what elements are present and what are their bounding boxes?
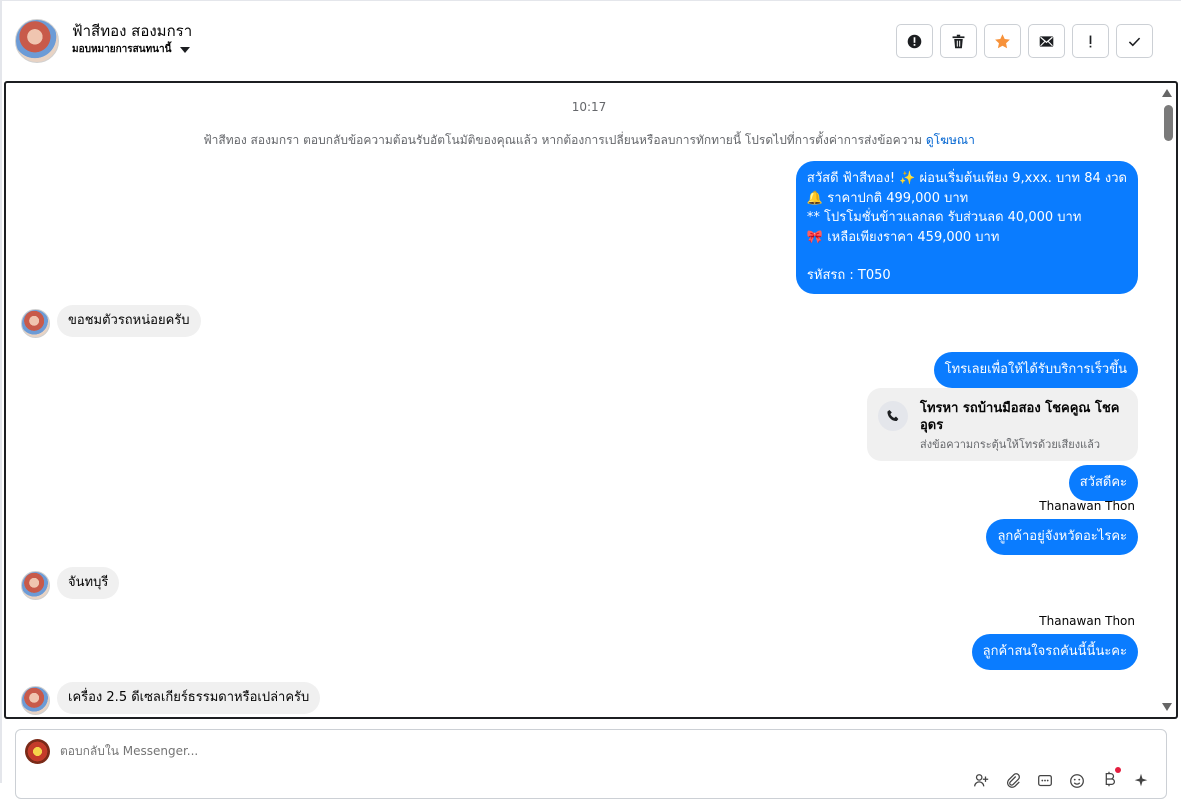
call-icon-container: [878, 401, 908, 431]
alert-circle-icon: [907, 34, 922, 48]
baht-icon: [1105, 771, 1115, 787]
promo-line: ** โปรโมชั่นข้าวแลกลด รับส่วนลด 40,000 บ…: [806, 210, 1082, 225]
outgoing-message[interactable]: ลูกค้าอยู่จังหวัดอะไรคะ: [986, 519, 1138, 555]
page-avatar: [25, 739, 50, 764]
promo-line: 🔔 ราคาปกติ 499,000 บาท: [806, 190, 969, 206]
payments-button[interactable]: [1100, 767, 1121, 792]
done-button[interactable]: [1116, 24, 1153, 58]
promo-line: สวัสดี ฟ้าสีทอง! ✨ ผ่อนเริ่มต้นเพียง 9,x…: [806, 171, 1127, 186]
add-person-icon[interactable]: [972, 772, 990, 790]
incoming-message[interactable]: จันทบุรี: [57, 567, 120, 599]
view-ad-link[interactable]: ดูโฆษณา: [926, 133, 975, 147]
trash-icon: [952, 34, 965, 48]
reply-input[interactable]: [60, 744, 660, 758]
system-note-text: ฟ้าสีทอง สองมกรา ตอบกลับข้อความต้อนรับอั…: [203, 133, 923, 147]
promo-line: รหัสรถ : T050: [806, 268, 891, 283]
scroll-up-arrow-icon[interactable]: [1162, 89, 1172, 97]
star-icon: [995, 33, 1010, 48]
contact-avatar[interactable]: [15, 19, 59, 63]
notification-dot: [1115, 767, 1121, 773]
sender-name: Thanawan Thon: [1039, 499, 1135, 513]
call-request-card[interactable]: โทรหา รถบ้านมือสอง โชคคูณ โชคอุดร ส่งข้อ…: [867, 388, 1138, 461]
scroll-thumb[interactable]: [1164, 105, 1173, 141]
conversation-header: ฟ้าสีทอง สองมกรา มอบหมายการสนทนานี้: [0, 0, 1181, 80]
sparkle-icon[interactable]: [1132, 772, 1150, 790]
attachment-icon[interactable]: [1004, 772, 1022, 790]
sender-name: Thanawan Thon: [1039, 614, 1135, 628]
contact-avatar-small[interactable]: [21, 571, 50, 600]
thread-scrollbar[interactable]: [1160, 83, 1176, 717]
exclamation-icon: [1089, 35, 1092, 47]
report-button[interactable]: [896, 24, 933, 58]
star-button[interactable]: [984, 24, 1021, 58]
outgoing-message[interactable]: ลูกค้าสนใจรถคันนี้นี้นะคะ: [971, 634, 1138, 670]
incoming-message[interactable]: เครื่อง 2.5 ดีเซลเกียร์ธรรมดาหรือเปล่าคร…: [57, 682, 321, 714]
promo-line: 🎀 เหลือเพียงราคา 459,000 บาท: [806, 229, 1000, 245]
contact-avatar-small[interactable]: [21, 686, 50, 715]
envelope-icon: [1039, 35, 1054, 47]
composer-toolbar: [972, 767, 1150, 792]
phone-icon: [887, 410, 899, 422]
conversation-window: ฟ้าสีทอง สองมกรา มอบหมายการสนทนานี้ 10:1…: [0, 0, 1181, 799]
action-toolbar: [896, 24, 1153, 58]
left-border: [0, 0, 2, 783]
system-note: ฟ้าสีทอง สองมกรา ตอบกลับข้อความต้อนรับอั…: [6, 131, 1172, 150]
message-thread[interactable]: 10:17 ฟ้าสีทอง สองมกรา ตอบกลับข้อความต้อ…: [4, 81, 1178, 719]
important-button[interactable]: [1072, 24, 1109, 58]
outgoing-message-promo[interactable]: สวัสดี ฟ้าสีทอง! ✨ ผ่อนเริ่มต้นเพียง 9,x…: [795, 161, 1138, 294]
contact-name[interactable]: ฟ้าสีทอง สองมกรา: [72, 19, 192, 43]
outgoing-message[interactable]: สวัสดีคะ: [1068, 465, 1138, 501]
check-icon: [1128, 37, 1141, 46]
emoji-icon[interactable]: [1068, 772, 1086, 790]
outgoing-message[interactable]: โทรเลยเพื่อให้ได้รับบริการเร็วขึ้น: [933, 352, 1138, 388]
message-composer: [15, 729, 1167, 799]
contact-avatar-small[interactable]: [21, 309, 50, 338]
assign-label: มอบหมายการสนทนานี้: [72, 44, 172, 55]
call-card-title: โทรหา รถบ้านมือสอง โชคคูณ โชคอุดร: [920, 401, 1120, 433]
scroll-down-arrow-icon[interactable]: [1162, 703, 1172, 711]
assign-conversation-dropdown[interactable]: มอบหมายการสนทนานี้: [72, 42, 191, 57]
caret-down-icon: [180, 46, 191, 53]
incoming-message[interactable]: ขอชมตัวรถหน่อยครับ: [57, 305, 201, 337]
promo-spacer: [807, 247, 1127, 266]
message-timestamp: 10:17: [571, 100, 607, 114]
mail-button[interactable]: [1028, 24, 1065, 58]
saved-replies-icon[interactable]: [1036, 772, 1054, 790]
delete-button[interactable]: [940, 24, 977, 58]
call-card-subtitle: ส่งข้อความกระตุ้นให้โทรด้วยเสียงแล้ว: [920, 438, 1101, 451]
